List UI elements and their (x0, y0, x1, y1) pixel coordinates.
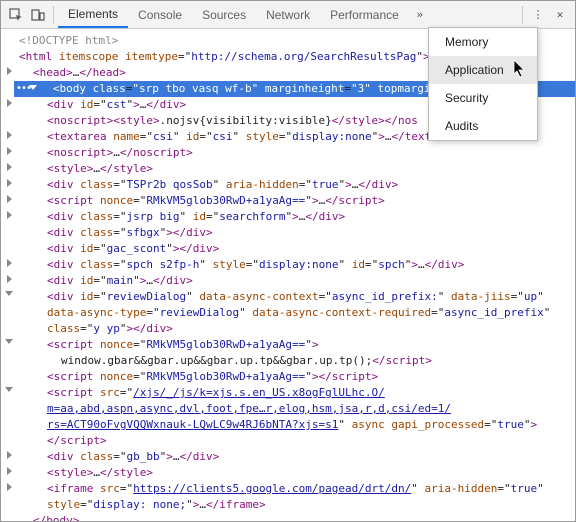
expand-arrow[interactable] (7, 163, 12, 171)
expand-arrow[interactable] (7, 259, 12, 267)
overflow-menu: MemoryApplicationSecurityAudits (428, 27, 538, 141)
expand-arrow[interactable] (5, 291, 13, 296)
tab-performance[interactable]: Performance (320, 1, 409, 28)
expand-arrow[interactable] (7, 67, 12, 75)
tree-node[interactable]: <script nonce="RMkVM5glob30RwD+a1yaAg=="… (5, 369, 575, 385)
menu-item-audits[interactable]: Audits (429, 112, 537, 140)
tree-node[interactable]: <script src="/xjs/_/js/k=xjs.s.en_US.x8o… (5, 385, 575, 449)
body-close-node[interactable]: </body> (5, 513, 575, 521)
tab-elements[interactable]: Elements (58, 1, 128, 28)
tree-node[interactable]: <div class="gb_bb">…</div> (5, 449, 575, 465)
separator (522, 6, 523, 24)
expand-arrow[interactable] (7, 99, 12, 107)
expand-arrow[interactable] (7, 275, 12, 283)
kebab-icon[interactable]: ⋮ (527, 4, 549, 26)
tree-node[interactable]: <script nonce="RMkVM5glob30RwD+a1yaAg=="… (5, 337, 575, 353)
expand-arrow[interactable] (7, 179, 12, 187)
device-icon[interactable] (27, 4, 49, 26)
tree-node[interactable]: <div id="reviewDialog" data-async-contex… (5, 289, 575, 337)
close-icon[interactable]: ✕ (549, 4, 571, 26)
tree-node[interactable]: <div class="TSPr2b qosSob" aria-hidden="… (5, 177, 575, 193)
expand-arrow[interactable] (7, 147, 12, 155)
menu-item-application[interactable]: Application (429, 56, 537, 84)
menu-item-security[interactable]: Security (429, 84, 537, 112)
expand-arrow[interactable] (7, 467, 12, 475)
expand-arrow[interactable] (7, 451, 12, 459)
expand-arrow[interactable] (7, 195, 12, 203)
tab-network[interactable]: Network (256, 1, 320, 28)
more-tabs-icon[interactable]: » (409, 4, 431, 26)
inspect-icon[interactable] (5, 4, 27, 26)
tree-node[interactable]: <noscript>…</noscript> (5, 145, 575, 161)
devtools-toolbar: ElementsConsoleSourcesNetworkPerformance… (1, 1, 575, 29)
tree-node[interactable]: <iframe src="https://clients5.google.com… (5, 481, 575, 513)
tree-node[interactable]: <style>…</style> (5, 465, 575, 481)
expand-arrow[interactable] (5, 387, 13, 392)
menu-item-memory[interactable]: Memory (429, 28, 537, 56)
tab-console[interactable]: Console (128, 1, 192, 28)
tree-node[interactable]: <div class="jsrp big" id="searchform">…<… (5, 209, 575, 225)
expand-arrow[interactable] (7, 211, 12, 219)
expand-arrow[interactable] (7, 483, 12, 491)
expand-arrow[interactable] (7, 131, 12, 139)
tree-node[interactable]: <script nonce="RMkVM5glob30RwD+a1yaAg=="… (5, 193, 575, 209)
tree-node[interactable]: <div class="sfbgx"></div> (5, 225, 575, 241)
tree-node[interactable]: <div id="gac_scont"></div> (5, 241, 575, 257)
tree-node[interactable]: <div class="spch s2fp-h" style="display:… (5, 257, 575, 273)
tree-node[interactable]: window.gbar&&gbar.up&&gbar.up.tp&&gbar.u… (5, 353, 575, 369)
tab-sources[interactable]: Sources (192, 1, 256, 28)
tree-node[interactable]: <div id="main">…</div> (5, 273, 575, 289)
panel-tabs: ElementsConsoleSourcesNetworkPerformance (58, 1, 409, 28)
expand-arrow[interactable] (5, 339, 13, 344)
tree-node[interactable]: <style>…</style> (5, 161, 575, 177)
separator (53, 6, 54, 24)
